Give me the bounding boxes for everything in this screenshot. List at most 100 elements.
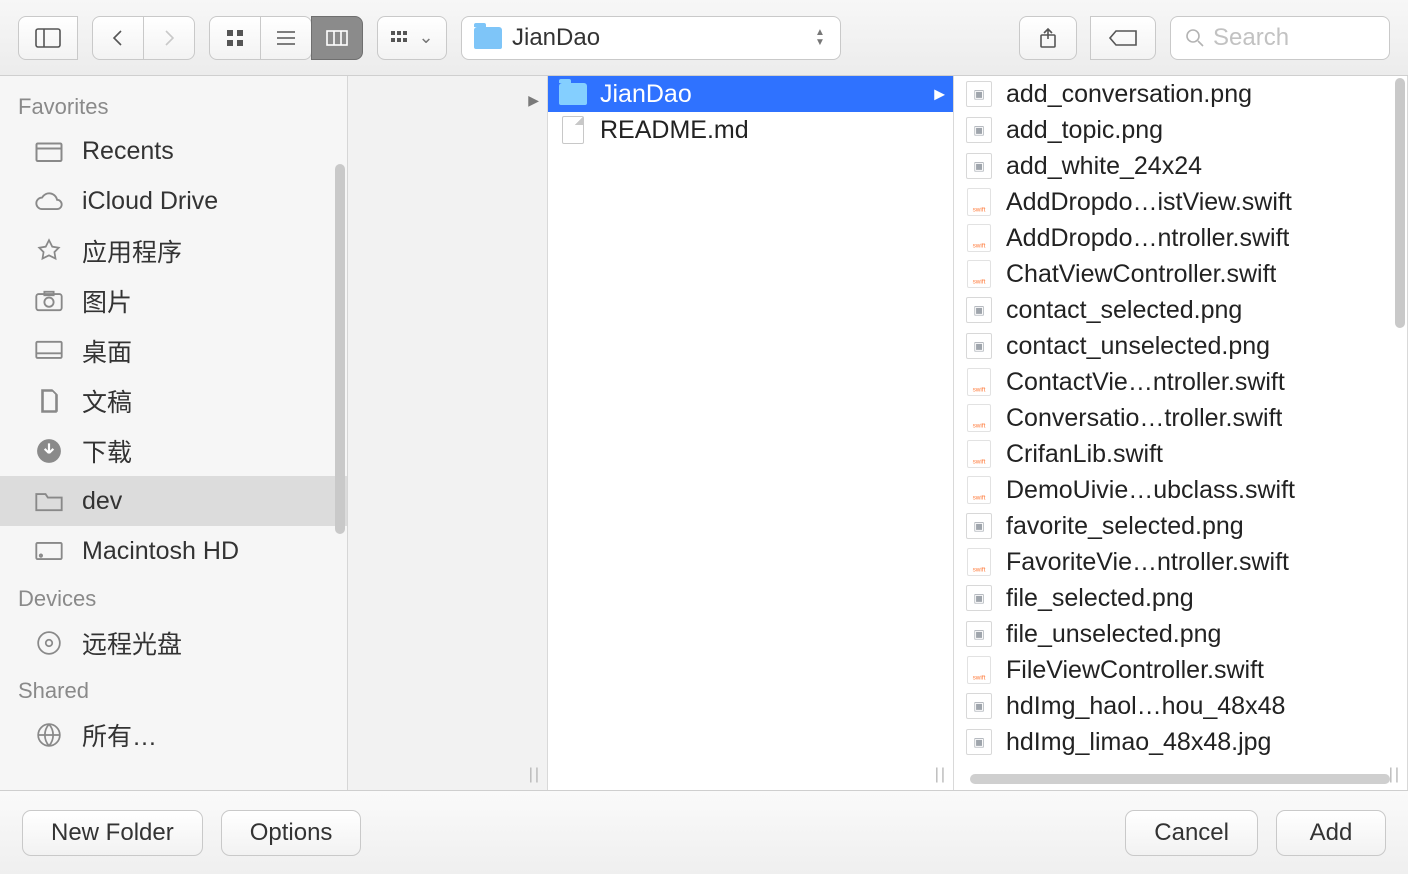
file-row[interactable]: ▣add_white_24x24	[954, 148, 1407, 184]
file-name: add_conversation.png	[1006, 80, 1252, 109]
file-row[interactable]: ▣add_topic.png	[954, 112, 1407, 148]
file-row[interactable]: DemoUivie…ubclass.swift	[954, 472, 1407, 508]
file-name: file_unselected.png	[1006, 620, 1221, 649]
column-0[interactable]: ▶ ||	[348, 76, 548, 790]
swift-file-icon	[964, 549, 994, 575]
file-row[interactable]: ▣file_selected.png	[954, 580, 1407, 616]
body: Favorites Recents iCloud Drive 应用程序图片桌面文稿下载…	[0, 76, 1408, 790]
chevron-right-icon: ▶	[528, 92, 539, 109]
forward-button[interactable]	[143, 16, 195, 60]
file-name: contact_selected.png	[1006, 296, 1242, 325]
sidebar-item[interactable]: 桌面	[0, 326, 347, 376]
file-row[interactable]: ▣ favorite_selected.png	[954, 508, 1407, 544]
icon-view-button[interactable]	[209, 16, 261, 60]
column-browser: ▶ || JianDao▶README.md|| ▣add_conversati…	[348, 76, 1408, 790]
view-group	[209, 16, 363, 60]
toggle-sidebar-button[interactable]	[18, 16, 78, 60]
file-row[interactable]: Conversatio…troller.swift	[954, 400, 1407, 436]
sidebar-item[interactable]: 下载	[0, 426, 347, 476]
sidebar-item[interactable]: 图片	[0, 276, 347, 326]
file-row[interactable]: FileViewController.swift	[954, 652, 1407, 688]
image-file-icon: ▣	[964, 693, 994, 719]
file-icon	[558, 117, 588, 143]
file-name: DemoUivie…ubclass.swift	[1006, 476, 1295, 505]
image-file-icon: ▣	[964, 621, 994, 647]
file-row[interactable]: ▣hdImg_limao_48x48.jpg	[954, 724, 1407, 760]
net-icon	[32, 721, 66, 749]
options-button[interactable]: Options	[221, 810, 362, 856]
sidebar: Favorites Recents iCloud Drive 应用程序图片桌面文稿下载…	[0, 76, 348, 790]
folder-icon	[558, 81, 588, 107]
tags-button[interactable]	[1090, 16, 1156, 60]
file-row[interactable]: CrifanLib.swift	[954, 436, 1407, 472]
column-resize-grip[interactable]: ||	[1389, 766, 1401, 784]
toolbar: ⌄ JianDao ▲▼ Search	[0, 0, 1408, 76]
path-popup[interactable]: JianDao ▲▼	[461, 16, 841, 60]
sidebar-item[interactable]: Macintosh HD	[0, 526, 347, 576]
file-name: ChatViewController.swift	[1006, 260, 1276, 289]
sidebar-item[interactable]: 远程光盘	[0, 618, 347, 668]
image-file-icon: ▣	[964, 333, 994, 359]
column-view-button[interactable]	[311, 16, 363, 60]
back-button[interactable]	[92, 16, 144, 60]
path-label: JianDao	[512, 24, 802, 52]
new-folder-button[interactable]: New Folder	[22, 810, 203, 856]
horizontal-scrollbar[interactable]	[970, 774, 1390, 784]
sidebar-item-label: Recents	[82, 137, 174, 166]
file-row[interactable]: AddDropdo…ntroller.swift	[954, 220, 1407, 256]
footer: New Folder Options Cancel Add	[0, 790, 1408, 874]
file-name: file_selected.png	[1006, 584, 1194, 613]
file-row[interactable]: ContactVie…ntroller.swift	[954, 364, 1407, 400]
apps-icon	[32, 237, 66, 265]
share-button[interactable]	[1019, 16, 1077, 60]
file-row[interactable]: AddDropdo…istView.swift	[954, 184, 1407, 220]
file-row[interactable]: ▣contact_unselected.png	[954, 328, 1407, 364]
sidebar-item-label: 所有…	[82, 717, 157, 753]
sidebar-item-label: iCloud Drive	[82, 187, 218, 216]
cancel-button[interactable]: Cancel	[1125, 810, 1258, 856]
file-row[interactable]: FavoriteVie…ntroller.swift	[954, 544, 1407, 580]
sidebar-section-header: Favorites	[0, 84, 347, 126]
file-row[interactable]: ▣ hdImg_haol…hou_48x48	[954, 688, 1407, 724]
sidebar-item[interactable]: 文稿	[0, 376, 347, 426]
sidebar-item[interactable]: dev	[0, 476, 347, 526]
column-2[interactable]: ▣add_conversation.png▣add_topic.png▣add_…	[954, 76, 1408, 790]
arrange-button[interactable]: ⌄	[377, 16, 447, 60]
image-file-icon: ▣	[964, 513, 994, 539]
sidebar-item[interactable]: 所有…	[0, 710, 347, 760]
sidebar-scrollbar[interactable]	[335, 164, 345, 534]
file-name: AddDropdo…istView.swift	[1006, 188, 1292, 217]
sidebar-item[interactable]: iCloud Drive	[0, 176, 347, 226]
file-row[interactable]: ▣ file_unselected.png	[954, 616, 1407, 652]
file-row[interactable]: ▣ contact_selected.png	[954, 292, 1407, 328]
file-name: JianDao	[600, 80, 692, 109]
sidebar-item[interactable]: 应用程序	[0, 226, 347, 276]
file-row[interactable]: ChatViewController.swift	[954, 256, 1407, 292]
swift-file-icon	[964, 261, 994, 287]
search-field[interactable]: Search	[1170, 16, 1390, 60]
search-placeholder: Search	[1213, 24, 1289, 52]
column-resize-grip[interactable]: ||	[935, 766, 947, 784]
file-name: add_topic.png	[1006, 116, 1163, 145]
file-row[interactable]: README.md	[548, 112, 953, 148]
sidebar-item[interactable]: Recents	[0, 126, 347, 176]
list-view-button[interactable]	[260, 16, 312, 60]
file-name: favorite_selected.png	[1006, 512, 1244, 541]
column-resize-grip[interactable]: ||	[529, 766, 541, 784]
image-file-icon: ▣	[964, 729, 994, 755]
file-row[interactable]: JianDao▶	[548, 76, 953, 112]
downloads-icon	[32, 437, 66, 465]
disc-icon	[32, 629, 66, 657]
image-file-icon: ▣	[964, 153, 994, 179]
file-name: README.md	[600, 116, 749, 145]
file-name: hdImg_haol…hou_48x48	[1006, 692, 1285, 721]
sidebar-item-label: 桌面	[82, 333, 132, 369]
column-1[interactable]: JianDao▶ README.md ||	[548, 76, 954, 790]
search-icon	[1185, 28, 1205, 48]
swift-file-icon	[964, 477, 994, 503]
sidebar-item-label: 图片	[82, 283, 132, 319]
hd-icon	[32, 537, 66, 565]
file-row[interactable]: ▣add_conversation.png	[954, 76, 1407, 112]
add-button[interactable]: Add	[1276, 810, 1386, 856]
image-file-icon: ▣	[964, 297, 994, 323]
